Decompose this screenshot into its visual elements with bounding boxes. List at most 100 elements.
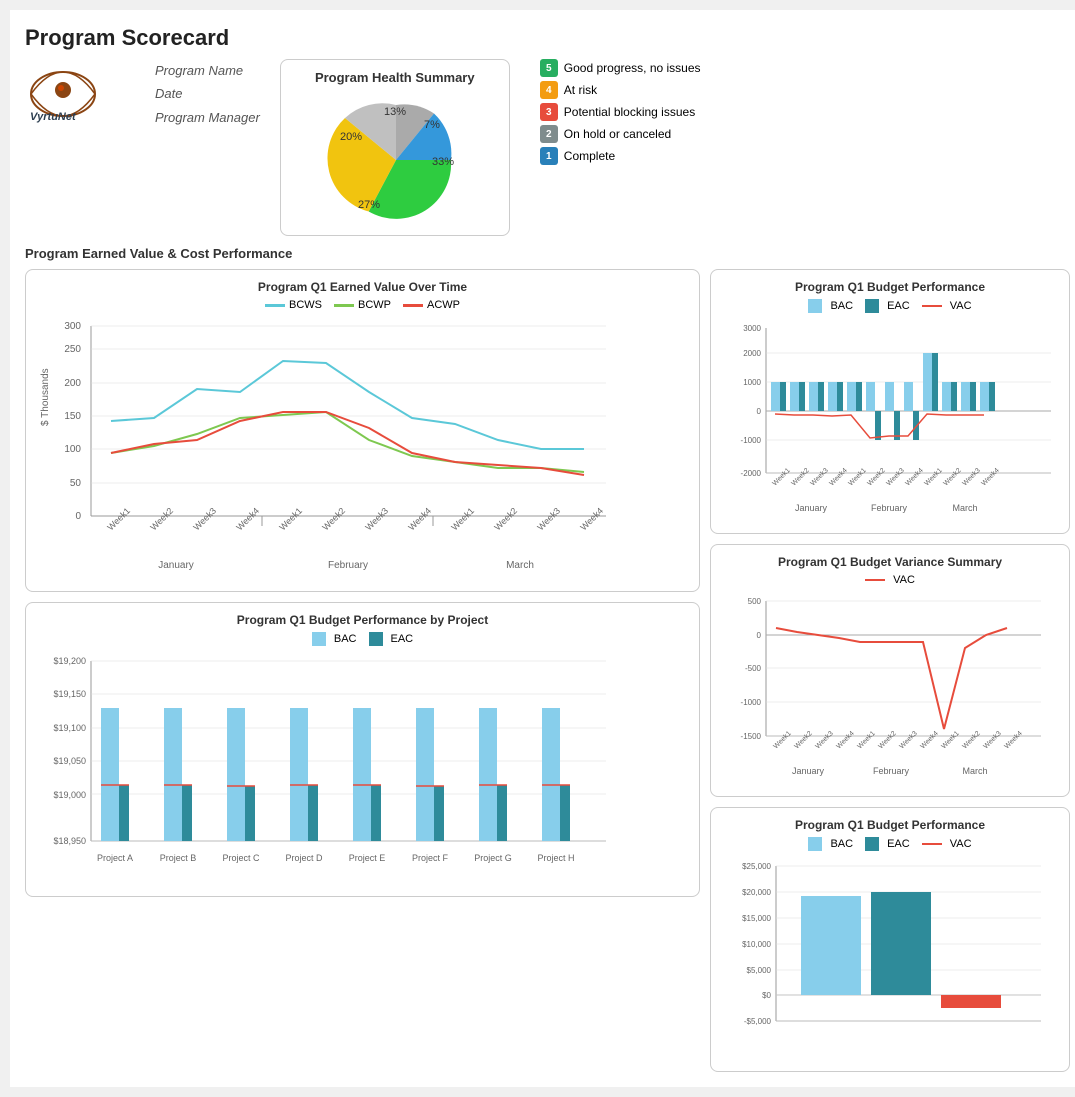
- svg-text:February: February: [328, 560, 368, 571]
- svg-text:1000: 1000: [743, 378, 761, 387]
- ev-chart-svg: 0 50 100 150 200 250 300 $ Thousands: [36, 316, 616, 576]
- legend-badge-4: 4: [540, 81, 558, 99]
- svg-text:Week1: Week1: [847, 467, 867, 487]
- svg-text:$20,000: $20,000: [742, 888, 771, 897]
- budget-variance-title: Program Q1 Budget Variance Summary: [721, 555, 1059, 569]
- svg-text:-1000: -1000: [741, 436, 762, 445]
- svg-text:$19,150: $19,150: [53, 689, 86, 699]
- health-summary-title: Program Health Summary: [296, 70, 494, 85]
- budget-perf2-svg: $25,000 $20,000 $15,000 $10,000 $5,000 $…: [721, 856, 1061, 1056]
- svg-text:January: January: [158, 560, 194, 571]
- svg-text:Week2: Week2: [793, 730, 813, 750]
- svg-text:Project E: Project E: [349, 853, 386, 863]
- svg-text:March: March: [506, 560, 534, 571]
- legend-bcwp: BCWP: [334, 299, 391, 311]
- svg-text:$19,100: $19,100: [53, 723, 86, 733]
- svg-text:Week3: Week3: [982, 730, 1002, 750]
- svg-text:Week2: Week2: [942, 467, 962, 487]
- bp-bars: [771, 353, 995, 440]
- svg-text:13%: 13%: [384, 106, 406, 118]
- svg-text:Week4: Week4: [234, 506, 261, 533]
- legend-badge-5: 5: [540, 59, 558, 77]
- svg-text:7%: 7%: [424, 119, 440, 131]
- svg-text:Week3: Week3: [814, 730, 834, 750]
- svg-text:150: 150: [64, 411, 81, 422]
- svg-text:Week4: Week4: [904, 467, 924, 487]
- svg-text:300: 300: [64, 321, 81, 332]
- svg-text:Week3: Week3: [809, 467, 829, 487]
- budget-perf-legend: BAC EAC VAC: [721, 299, 1059, 313]
- svg-text:Week2: Week2: [877, 730, 897, 750]
- svg-text:Week4: Week4: [919, 730, 939, 750]
- svg-text:Week3: Week3: [535, 506, 562, 533]
- legend-item-5: 5 Good progress, no issues: [540, 59, 701, 77]
- svg-text:$0: $0: [762, 991, 771, 1000]
- svg-text:Week2: Week2: [320, 506, 347, 533]
- budget-variance-legend: VAC: [721, 574, 1059, 586]
- pie-chart: 33% 27% 20% 13% 7%: [296, 90, 496, 220]
- legend-item-3: 3 Potential blocking issues: [540, 103, 701, 121]
- ev-over-time-title: Program Q1 Earned Value Over Time: [36, 280, 689, 294]
- logo-section: VyrtuNet Program Name Date Program Manag…: [25, 59, 260, 129]
- ev-over-time-legend: BCWS BCWP ACWP: [36, 299, 689, 311]
- svg-text:Week3: Week3: [961, 467, 981, 487]
- svg-text:$19,000: $19,000: [53, 790, 86, 800]
- svg-text:Week2: Week2: [790, 467, 810, 487]
- budget-perf-box: Program Q1 Budget Performance BAC EAC VA…: [710, 269, 1070, 534]
- legend-bac-bp2: BAC: [808, 837, 853, 851]
- svg-text:-500: -500: [745, 664, 762, 673]
- svg-text:Project C: Project C: [222, 853, 260, 863]
- legend-item-4: 4 At risk: [540, 81, 701, 99]
- svg-text:Project A: Project A: [97, 853, 133, 863]
- right-col: Program Q1 Budget Performance BAC EAC VA…: [710, 269, 1070, 1072]
- svg-text:-$5,000: -$5,000: [744, 1017, 772, 1026]
- budget-by-project-title: Program Q1 Budget Performance by Project: [36, 613, 689, 627]
- svg-text:Project F: Project F: [412, 853, 449, 863]
- svg-text:Project B: Project B: [160, 853, 197, 863]
- svg-text:Week2: Week2: [492, 506, 519, 533]
- svg-text:-1000: -1000: [741, 698, 762, 707]
- program-date-label: Date: [155, 82, 260, 105]
- program-manager-label: Program Manager: [155, 106, 260, 129]
- svg-text:Week1: Week1: [923, 467, 943, 487]
- svg-text:Week4: Week4: [828, 467, 848, 487]
- svg-text:50: 50: [70, 478, 82, 489]
- svg-text:Week3: Week3: [898, 730, 918, 750]
- legend-bcws: BCWS: [265, 299, 322, 311]
- health-summary-box: Program Health Summary 33% 27% 20% 13%: [280, 59, 510, 236]
- svg-text:250: 250: [64, 344, 81, 355]
- svg-text:Project H: Project H: [537, 853, 574, 863]
- legend-badge-2: 2: [540, 125, 558, 143]
- svg-text:$25,000: $25,000: [742, 862, 771, 871]
- budget-by-project-box: Program Q1 Budget Performance by Project…: [25, 602, 700, 897]
- legend-badge-1: 1: [540, 147, 558, 165]
- legend-item-1: 1 Complete: [540, 147, 701, 165]
- svg-text:Week4: Week4: [1003, 730, 1023, 750]
- budget-perf2-box: Program Q1 Budget Performance BAC EAC VA…: [710, 807, 1070, 1072]
- svg-text:Week4: Week4: [835, 730, 855, 750]
- legend-text-3: Potential blocking issues: [564, 105, 695, 119]
- svg-text:0: 0: [757, 631, 762, 640]
- main-content: Program Q1 Earned Value Over Time BCWS B…: [25, 269, 1070, 1072]
- svg-text:Week1: Week1: [772, 730, 792, 750]
- program-name-label: Program Name: [155, 59, 260, 82]
- svg-text:Week3: Week3: [885, 467, 905, 487]
- page: Program Scorecard VyrtuNet Program Name …: [10, 10, 1075, 1087]
- svg-text:Week1: Week1: [856, 730, 876, 750]
- svg-text:March: March: [952, 503, 977, 513]
- ev-over-time-box: Program Q1 Earned Value Over Time BCWS B…: [25, 269, 700, 592]
- svg-text:Week3: Week3: [191, 506, 218, 533]
- legend-text-2: On hold or canceled: [564, 127, 671, 141]
- legend-item-2: 2 On hold or canceled: [540, 125, 701, 143]
- svg-text:Week2: Week2: [961, 730, 981, 750]
- svg-text:$19,050: $19,050: [53, 756, 86, 766]
- svg-text:2000: 2000: [743, 349, 761, 358]
- legend-badge-3: 3: [540, 103, 558, 121]
- svg-text:Week1: Week1: [105, 506, 132, 533]
- legend-vac-bp2: VAC: [922, 837, 972, 851]
- legend-text-1: Complete: [564, 149, 615, 163]
- svg-text:$ Thousands: $ Thousands: [40, 368, 51, 426]
- svg-text:20%: 20%: [340, 131, 362, 143]
- section-ev-label: Program Earned Value & Cost Performance: [25, 246, 1070, 261]
- svg-text:Project D: Project D: [285, 853, 323, 863]
